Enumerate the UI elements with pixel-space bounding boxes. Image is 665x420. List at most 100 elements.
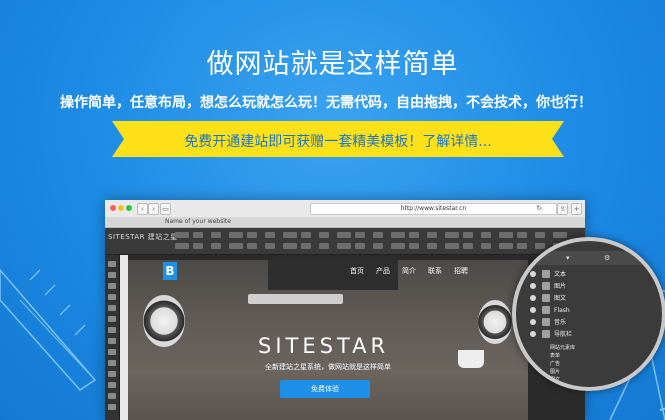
website-preview-canvas[interactable]: B 首页 产品 简介 联系 招聘 SITESTAR 全新建站之星系统，做网站就是… xyxy=(128,260,528,420)
palette-tool-icon[interactable] xyxy=(108,393,116,399)
toolbar-tool-button[interactable] xyxy=(247,232,257,238)
toolbar-tool-button[interactable] xyxy=(391,232,405,238)
site-nav-jobs[interactable]: 招聘 xyxy=(454,266,468,276)
toolbar-tool-button[interactable] xyxy=(373,232,383,238)
toolbar-tool-button[interactable] xyxy=(481,243,491,249)
address-bar-url: http://www.sitestar.cn xyxy=(400,205,467,212)
toolbar-tool-button[interactable] xyxy=(481,232,491,238)
toolbar-tool-button[interactable] xyxy=(409,243,419,249)
vertical-ruler xyxy=(120,255,128,420)
palette-tool-icon[interactable] xyxy=(108,338,116,344)
sidebar-toggle-icon[interactable]: ▭ xyxy=(160,203,171,215)
toolbar-tool-button[interactable] xyxy=(463,232,473,238)
layers-panel-item[interactable]: 文本 xyxy=(526,269,656,280)
toolbar-tool-button[interactable] xyxy=(391,243,405,249)
toolbar-tool-button[interactable] xyxy=(517,232,527,238)
toolbar-tool-button[interactable] xyxy=(319,232,329,238)
promo-ribbon-link[interactable]: 免费开通建站即可获赠一套精美模板！了解详情... xyxy=(112,131,564,151)
palette-tool-icon[interactable] xyxy=(108,360,116,366)
layers-panel-header: ▾ ⚙ xyxy=(516,251,662,265)
palette-tool-icon[interactable] xyxy=(108,283,116,289)
visibility-eye-icon[interactable] xyxy=(530,283,536,289)
toolbar-tool-button[interactable] xyxy=(211,243,221,249)
layers-panel-item[interactable]: Flash xyxy=(526,305,656,316)
toolbar-tool-button[interactable] xyxy=(553,232,567,238)
palette-tool-icon[interactable] xyxy=(108,349,116,355)
layers-panel-item[interactable]: 音乐 xyxy=(526,317,656,328)
toolbar-tool-button[interactable] xyxy=(337,243,351,249)
toolbar-tool-button[interactable] xyxy=(211,232,221,238)
toolbar-tool-button[interactable] xyxy=(463,243,473,249)
tab-title[interactable]: Name of your website xyxy=(165,218,231,225)
site-nav-home[interactable]: 首页 xyxy=(350,266,364,276)
new-tab-icon[interactable]: + xyxy=(571,203,582,215)
layers-panel-item-label: 图文 xyxy=(554,295,567,302)
toolbar-tool-button[interactable] xyxy=(427,243,437,249)
site-nav-contact[interactable]: 联系 xyxy=(428,266,442,276)
site-logo[interactable]: B xyxy=(163,262,177,280)
toolbar-tool-button[interactable] xyxy=(499,232,513,238)
toolbar-tool-button[interactable] xyxy=(535,243,545,249)
minimize-window-button[interactable] xyxy=(118,205,124,211)
palette-tool-icon[interactable] xyxy=(108,261,116,267)
visibility-eye-icon[interactable] xyxy=(530,331,536,337)
layers-panel-item[interactable]: 导航栏 xyxy=(526,329,656,340)
palette-tool-icon[interactable] xyxy=(108,382,116,388)
layers-panel-item-label: 文本 xyxy=(554,271,567,278)
toolbar-tool-button[interactable] xyxy=(265,243,275,249)
site-nav-products[interactable]: 产品 xyxy=(376,266,390,276)
toolbar-tool-button[interactable] xyxy=(427,232,437,238)
palette-tool-icon[interactable] xyxy=(108,371,116,377)
music-icon xyxy=(542,318,550,326)
toolbar-tool-button[interactable] xyxy=(301,232,311,238)
palette-tool-icon[interactable] xyxy=(108,294,116,300)
toolbar-tool-button[interactable] xyxy=(193,243,203,249)
toolbar-tool-button[interactable] xyxy=(283,232,297,238)
toolbar-tool-button[interactable] xyxy=(301,243,311,249)
close-window-button[interactable] xyxy=(110,205,116,211)
palette-tool-icon[interactable] xyxy=(108,327,116,333)
visibility-eye-icon[interactable] xyxy=(530,307,536,313)
toolbar-tool-button[interactable] xyxy=(355,232,365,238)
toolbar-tool-button[interactable] xyxy=(247,243,257,249)
toolbar-tool-button[interactable] xyxy=(499,243,513,249)
toolbar-tool-button[interactable] xyxy=(175,232,189,238)
layers-panel-item[interactable]: 图文 xyxy=(526,293,656,304)
palette-tool-icon[interactable] xyxy=(108,316,116,322)
palette-tool-icon[interactable] xyxy=(108,404,116,410)
layers-panel-item[interactable]: 图片 xyxy=(526,281,656,292)
toolbar-tool-button[interactable] xyxy=(265,232,275,238)
toolbar-tool-button[interactable] xyxy=(355,243,365,249)
toolbar-tool-button[interactable] xyxy=(445,232,459,238)
site-nav-about[interactable]: 简介 xyxy=(402,266,416,276)
toolbar-tool-button[interactable] xyxy=(229,243,243,249)
toolbar-tool-button[interactable] xyxy=(319,243,329,249)
toolbar-tool-button[interactable] xyxy=(229,232,243,238)
toolbar-tool-button[interactable] xyxy=(337,232,351,238)
maximize-window-button[interactable] xyxy=(126,205,132,211)
visibility-eye-icon[interactable] xyxy=(530,271,536,277)
toolbar-tool-button[interactable] xyxy=(535,232,545,238)
panel-settings-icon[interactable]: ⚙ xyxy=(604,254,610,262)
panel-menu-icon[interactable]: ▾ xyxy=(566,254,570,262)
toolbar-tool-button[interactable] xyxy=(175,243,189,249)
forward-button[interactable]: › xyxy=(148,203,159,215)
toolbar-tool-button[interactable] xyxy=(445,243,459,249)
share-icon[interactable]: ⇪ xyxy=(557,203,568,215)
toolbar-tool-button[interactable] xyxy=(517,243,527,249)
visibility-eye-icon[interactable] xyxy=(530,319,536,325)
image-text-icon xyxy=(542,294,550,302)
palette-tool-icon[interactable] xyxy=(108,305,116,311)
visibility-eye-icon[interactable] xyxy=(530,295,536,301)
hero-title: SITESTAR xyxy=(258,334,390,358)
toolbar-tool-button[interactable] xyxy=(283,243,297,249)
palette-tool-icon[interactable] xyxy=(108,272,116,278)
reload-icon[interactable]: ↻ xyxy=(535,203,543,213)
back-button[interactable]: ‹ xyxy=(137,203,148,215)
address-bar[interactable]: http://www.sitestar.cn xyxy=(310,203,557,215)
free-trial-button[interactable]: 免费体验 xyxy=(280,380,370,398)
toolbar-tool-button[interactable] xyxy=(409,232,419,238)
toolbar-tool-button[interactable] xyxy=(193,232,203,238)
toolbar-tool-button[interactable] xyxy=(373,243,383,249)
keyboard-image xyxy=(248,294,343,304)
